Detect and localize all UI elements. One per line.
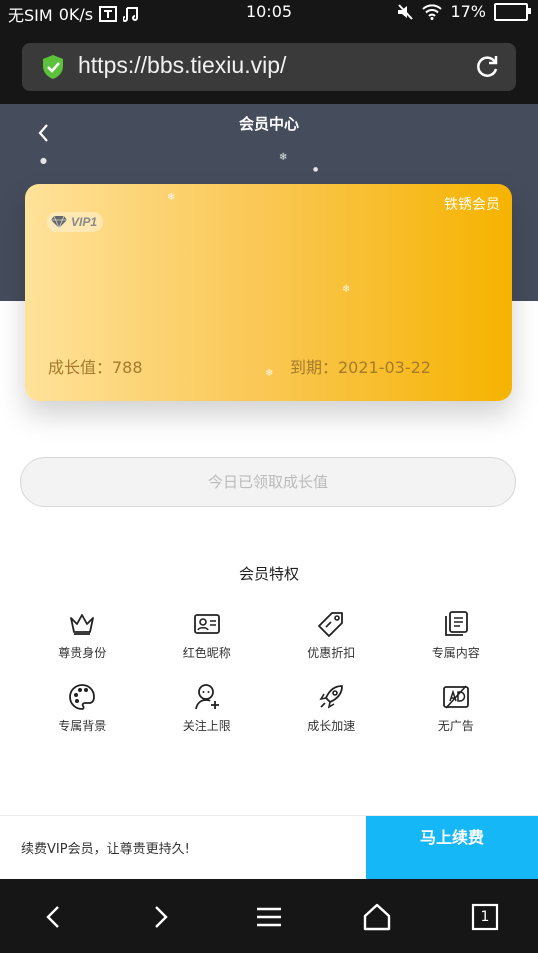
privilege-label: 关注上限 xyxy=(182,719,231,733)
snowflake-decoration: ● xyxy=(40,156,47,165)
privilege-label: 尊贵身份 xyxy=(58,646,107,660)
id-card-icon xyxy=(193,614,220,634)
menu-icon[interactable] xyxy=(254,902,284,932)
address-bar[interactable]: https://bbs.tiexiu.vip/ xyxy=(22,43,516,91)
reload-icon[interactable] xyxy=(474,54,500,80)
privilege-label: 专属背景 xyxy=(58,719,107,733)
crown-icon xyxy=(70,614,95,635)
privileges-title: 会员特权 xyxy=(238,565,299,583)
privilege-item[interactable]: 优惠折扣 xyxy=(269,610,394,661)
privilege-item[interactable]: 尊贵身份 xyxy=(20,610,145,661)
privilege-label: 专属内容 xyxy=(431,646,480,660)
privilege-item[interactable]: 专属背景 xyxy=(20,683,145,734)
battery-percent: 17% xyxy=(450,2,486,21)
growth-value: 成长值：788 xyxy=(48,358,143,377)
claim-growth-button[interactable]: 今日已领取成长值 xyxy=(20,457,516,507)
back-nav-icon[interactable] xyxy=(39,902,69,932)
privilege-label: 红色昵称 xyxy=(182,646,231,660)
rocket-icon xyxy=(319,685,344,709)
url-text[interactable]: https://bbs.tiexiu.vip/ xyxy=(78,52,286,79)
privilege-item[interactable]: 无广告 xyxy=(394,683,519,734)
add-user-icon xyxy=(194,684,219,710)
page-title: 会员中心 xyxy=(238,115,299,133)
vip-level-tag: VIP1 xyxy=(47,212,104,232)
diamond-icon xyxy=(51,215,67,229)
vip-level-text: VIP1 xyxy=(71,215,98,229)
status-bar: 无SIM 0K/s 10:05 17% xyxy=(0,0,538,25)
vip-card: 铁锈会员 VIP1 ❄ ❄ ❄ 成长值：788 到期：2021-03-22 xyxy=(25,184,512,401)
snowflake-decoration: ❄ xyxy=(279,152,288,163)
battery-icon xyxy=(494,2,531,21)
mute-icon xyxy=(398,3,414,20)
privilege-item[interactable]: 成长加速 xyxy=(269,683,394,734)
no-ads-icon xyxy=(442,685,469,709)
privilege-item[interactable]: 红色昵称 xyxy=(145,610,270,661)
privilege-label: 无广告 xyxy=(437,719,474,733)
snowflake-decoration: ❄ xyxy=(342,284,351,295)
browser-toolbar: https://bbs.tiexiu.vip/ xyxy=(0,24,538,104)
expiry-date: 到期：2021-03-22 xyxy=(290,358,431,377)
snowflake-decoration: ❄ xyxy=(265,368,274,379)
privilege-item[interactable]: 专属内容 xyxy=(394,610,519,661)
palette-icon xyxy=(69,684,96,710)
privilege-label: 优惠折扣 xyxy=(307,646,356,660)
member-type: 铁锈会员 xyxy=(444,197,500,213)
snowflake-decoration: ❄ xyxy=(167,192,176,203)
privilege-label: 成长加速 xyxy=(307,719,356,733)
privileges-grid: 尊贵身份 红色昵称 优惠折扣 专属内容 专属背景 关注上限 成长加速 无广告 xyxy=(20,610,518,734)
privilege-item[interactable]: 关注上限 xyxy=(145,683,270,734)
home-icon[interactable] xyxy=(362,902,392,932)
tabs-button[interactable]: 1 xyxy=(470,902,500,932)
secure-shield-icon xyxy=(43,55,63,79)
renew-bar: 续费VIP会员，让尊贵更持久! 马上续费 xyxy=(0,815,538,880)
wifi-icon xyxy=(422,3,443,20)
browser-bottom-bar: 1 xyxy=(0,879,538,953)
renew-tip: 续费VIP会员，让尊贵更持久! xyxy=(21,842,190,857)
snowflake-decoration: ● xyxy=(313,166,319,173)
tabs-count: 1 xyxy=(480,909,490,925)
forward-nav-icon[interactable] xyxy=(145,902,175,932)
documents-icon xyxy=(444,611,468,636)
renew-button[interactable]: 马上续费 xyxy=(366,816,538,880)
tag-icon xyxy=(318,612,344,637)
